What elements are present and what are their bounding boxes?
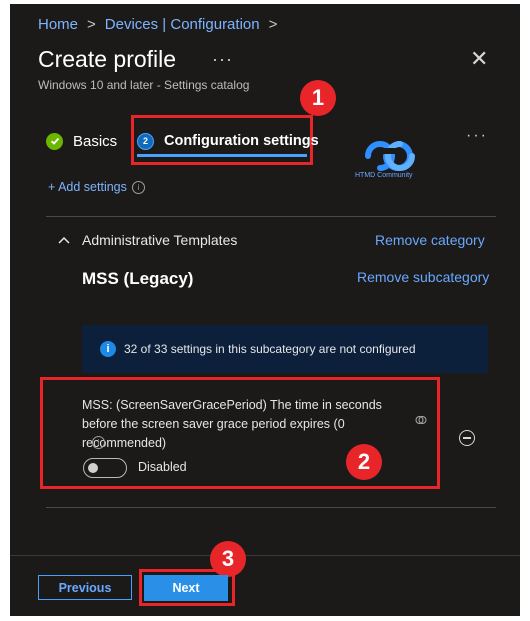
info-banner-text: 32 of 33 settings in this subcategory ar… [124,342,416,356]
footer-divider [10,555,520,556]
create-profile-panel: Home > Devices | Configuration > Create pro… [10,4,520,616]
previous-button[interactable]: Previous [38,575,132,600]
subcategory-title: MSS (Legacy) [82,269,194,288]
checkmark-icon [46,132,63,150]
breadcrumb-devices-configuration-link[interactable]: Devices | Configuration [105,16,260,33]
tab-configuration-settings[interactable]: 2 Configuration settings [137,129,319,153]
toggle-state-label: Disabled [138,460,187,474]
toggle-knob [88,463,98,473]
step-number-icon: 2 [137,132,154,150]
section-divider [46,507,496,508]
page-subtitle: Windows 10 and later - Settings catalog [38,78,250,92]
info-icon[interactable]: i [131,180,145,194]
annotation-badge-1: 1 [300,80,336,116]
category-header[interactable]: Administrative Templates [58,232,237,248]
remove-setting-icon[interactable] [459,430,475,446]
breadcrumb-home-link[interactable]: Home [38,16,78,33]
copy-icon[interactable] [415,415,427,428]
setting-info-icon[interactable]: i [92,436,105,449]
info-filled-icon: i [100,341,116,357]
active-tab-underline [137,154,307,157]
next-button[interactable]: Next [144,575,228,601]
add-settings-link[interactable]: + Add settings i [48,180,145,194]
info-banner: i 32 of 33 settings in this subcategory … [82,325,488,373]
tab-basics-label: Basics [73,132,118,150]
more-options-button[interactable]: ··· [212,49,233,70]
tab-basics[interactable]: Basics [46,129,117,153]
setting-toggle[interactable] [83,458,127,478]
remove-subcategory-link[interactable]: Remove subcategory [357,269,489,285]
breadcrumb-separator: > [268,16,278,33]
breadcrumb: Home > Devices | Configuration > [38,16,286,33]
category-name: Administrative Templates [82,232,238,248]
section-divider [46,216,496,217]
annotation-badge-2: 2 [346,444,382,480]
page-title: Create profile [38,46,177,72]
chevron-up-icon[interactable] [58,233,70,247]
breadcrumb-separator: > [87,16,96,33]
close-icon[interactable]: ✕ [470,48,488,70]
tab-configuration-settings-label: Configuration settings [164,133,319,149]
logo-text: HTMD Community [355,172,413,179]
add-settings-label: + Add settings [48,180,127,194]
remove-category-link[interactable]: Remove category [375,232,485,248]
tabs-more-button[interactable]: ··· [466,127,488,145]
